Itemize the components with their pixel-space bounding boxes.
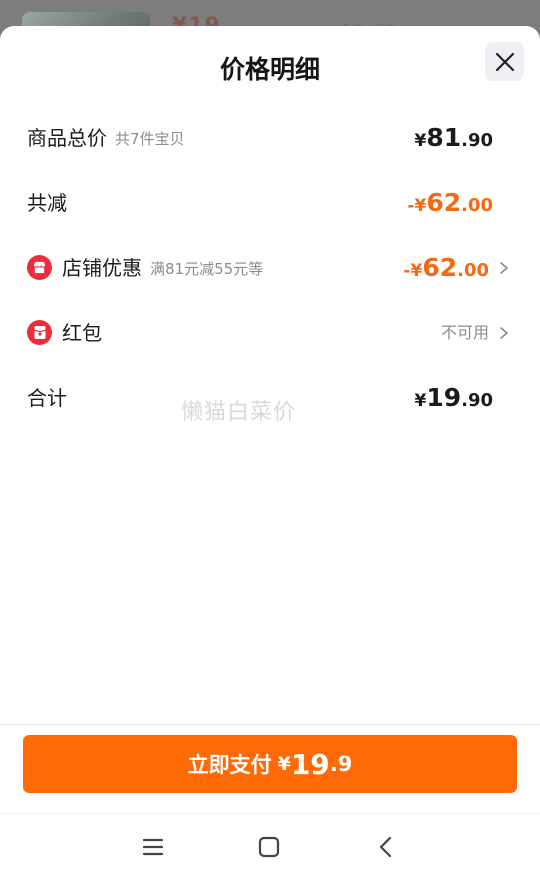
shop-icon (27, 255, 52, 280)
chevron-right-icon (500, 327, 508, 339)
shop-discount-label: 店铺优惠 满81元减55元等 (62, 248, 263, 289)
goods-total-label: 商品总价 共7件宝贝 (27, 118, 185, 159)
sum-label: 合计 (27, 386, 67, 410)
amount-integer: 19 (426, 383, 462, 412)
chevron-right-icon (500, 262, 508, 274)
home-button[interactable] (254, 832, 284, 862)
total-discount-amount: -¥62.00 (407, 183, 493, 226)
shop-discount-rule: 满81元减55元等 (150, 260, 264, 278)
currency-symbol: -¥ (407, 196, 427, 216)
back-icon (379, 836, 392, 858)
row-goods-total: 商品总价 共7件宝贝 ¥81.90 (27, 118, 513, 158)
row-shop-discount[interactable]: 店铺优惠 满81元减55元等 -¥62.00 (27, 248, 513, 288)
amount-decimal: .90 (461, 390, 493, 411)
amount-decimal: .90 (461, 130, 493, 151)
shop-discount-text: 店铺优惠 (62, 256, 142, 280)
sum-amount: ¥19.90 (414, 378, 493, 421)
currency-symbol: ¥ (414, 131, 427, 151)
pay-now-button[interactable]: 立即支付 ¥19.9 (23, 735, 517, 793)
currency-symbol: ¥ (414, 391, 427, 411)
red-packet-icon (27, 320, 52, 345)
goods-total-text: 商品总价 (27, 126, 107, 150)
amount-integer: 62 (426, 188, 462, 217)
amount-decimal: .9 (329, 752, 353, 776)
home-icon (258, 836, 280, 858)
shop-discount-amount: -¥62.00 (403, 248, 489, 291)
back-button[interactable] (371, 832, 401, 862)
amount-integer: 81 (426, 123, 462, 152)
goods-total-amount: ¥81.90 (414, 118, 493, 161)
total-discount-label: 共减 (27, 191, 67, 215)
pay-button-label: 立即支付 (187, 753, 272, 777)
row-red-packet[interactable]: 红包 不可用 (27, 313, 513, 353)
footer-divider (0, 724, 540, 725)
red-packet-status: 不可用 (440, 323, 489, 342)
close-icon (495, 52, 514, 71)
close-button[interactable] (485, 42, 524, 81)
menu-icon (142, 838, 164, 856)
currency-symbol: ¥ (277, 753, 291, 775)
amount-integer: 62 (422, 253, 458, 282)
sheet-title: 价格明细 (219, 55, 320, 84)
watermark: 懒猫白菜价 (181, 400, 297, 425)
price-detail-sheet: 价格明细 商品总价 共7件宝贝 ¥81.90 共减 -¥62.00 店铺优惠 满81… (0, 26, 540, 880)
currency-symbol: -¥ (403, 261, 423, 281)
amount-decimal: .00 (457, 260, 489, 281)
menu-button[interactable] (138, 832, 168, 862)
amount-decimal: .00 (461, 195, 493, 216)
goods-count: 共7件宝贝 (115, 130, 185, 148)
red-packet-label: 红包 (62, 321, 102, 345)
row-total-discount: 共减 -¥62.00 (27, 183, 513, 223)
system-navigation-bar (0, 813, 540, 880)
amount-integer: 19 (290, 747, 330, 781)
